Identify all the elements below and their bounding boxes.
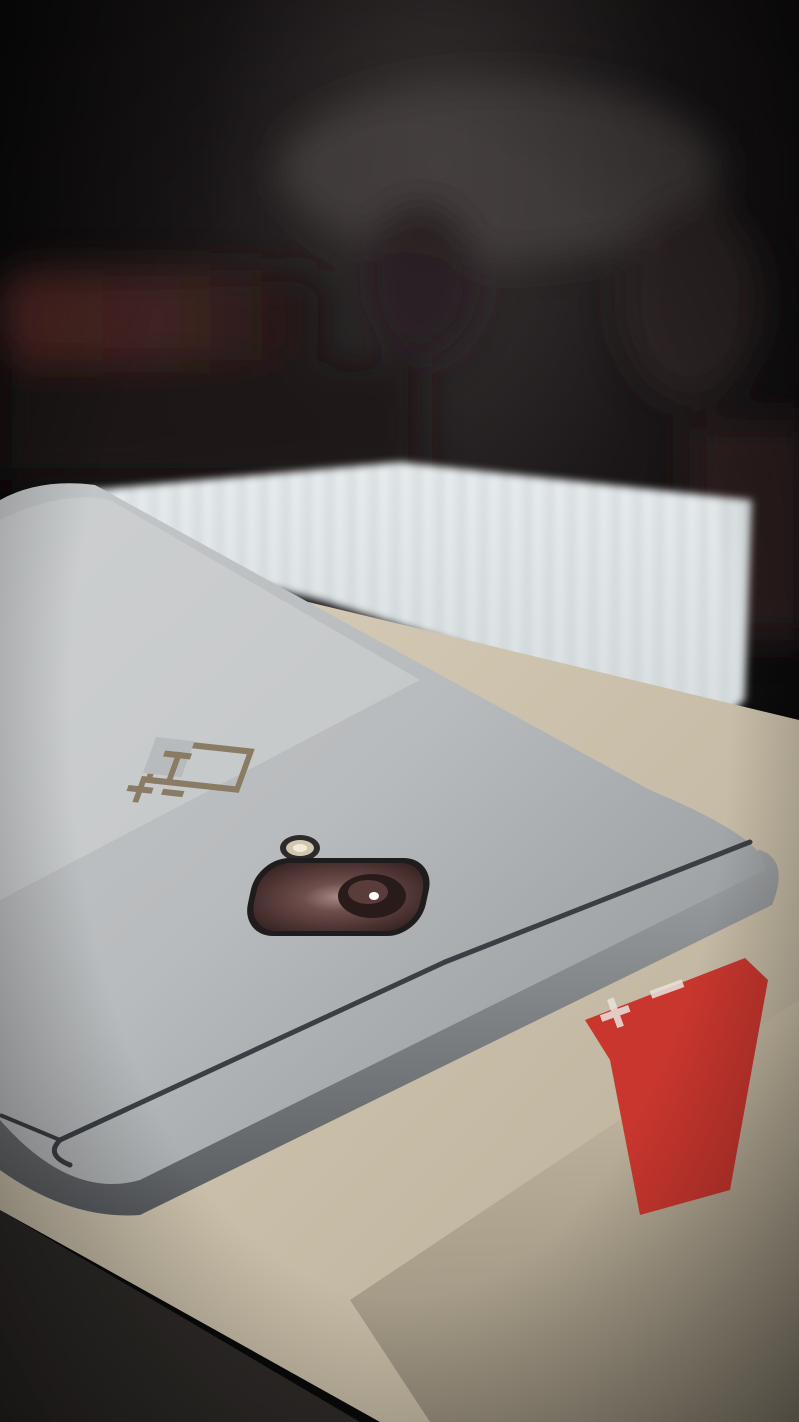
photo-canvas bbox=[0, 0, 799, 1422]
vignette bbox=[0, 0, 799, 1422]
photo-scene bbox=[0, 0, 799, 1422]
